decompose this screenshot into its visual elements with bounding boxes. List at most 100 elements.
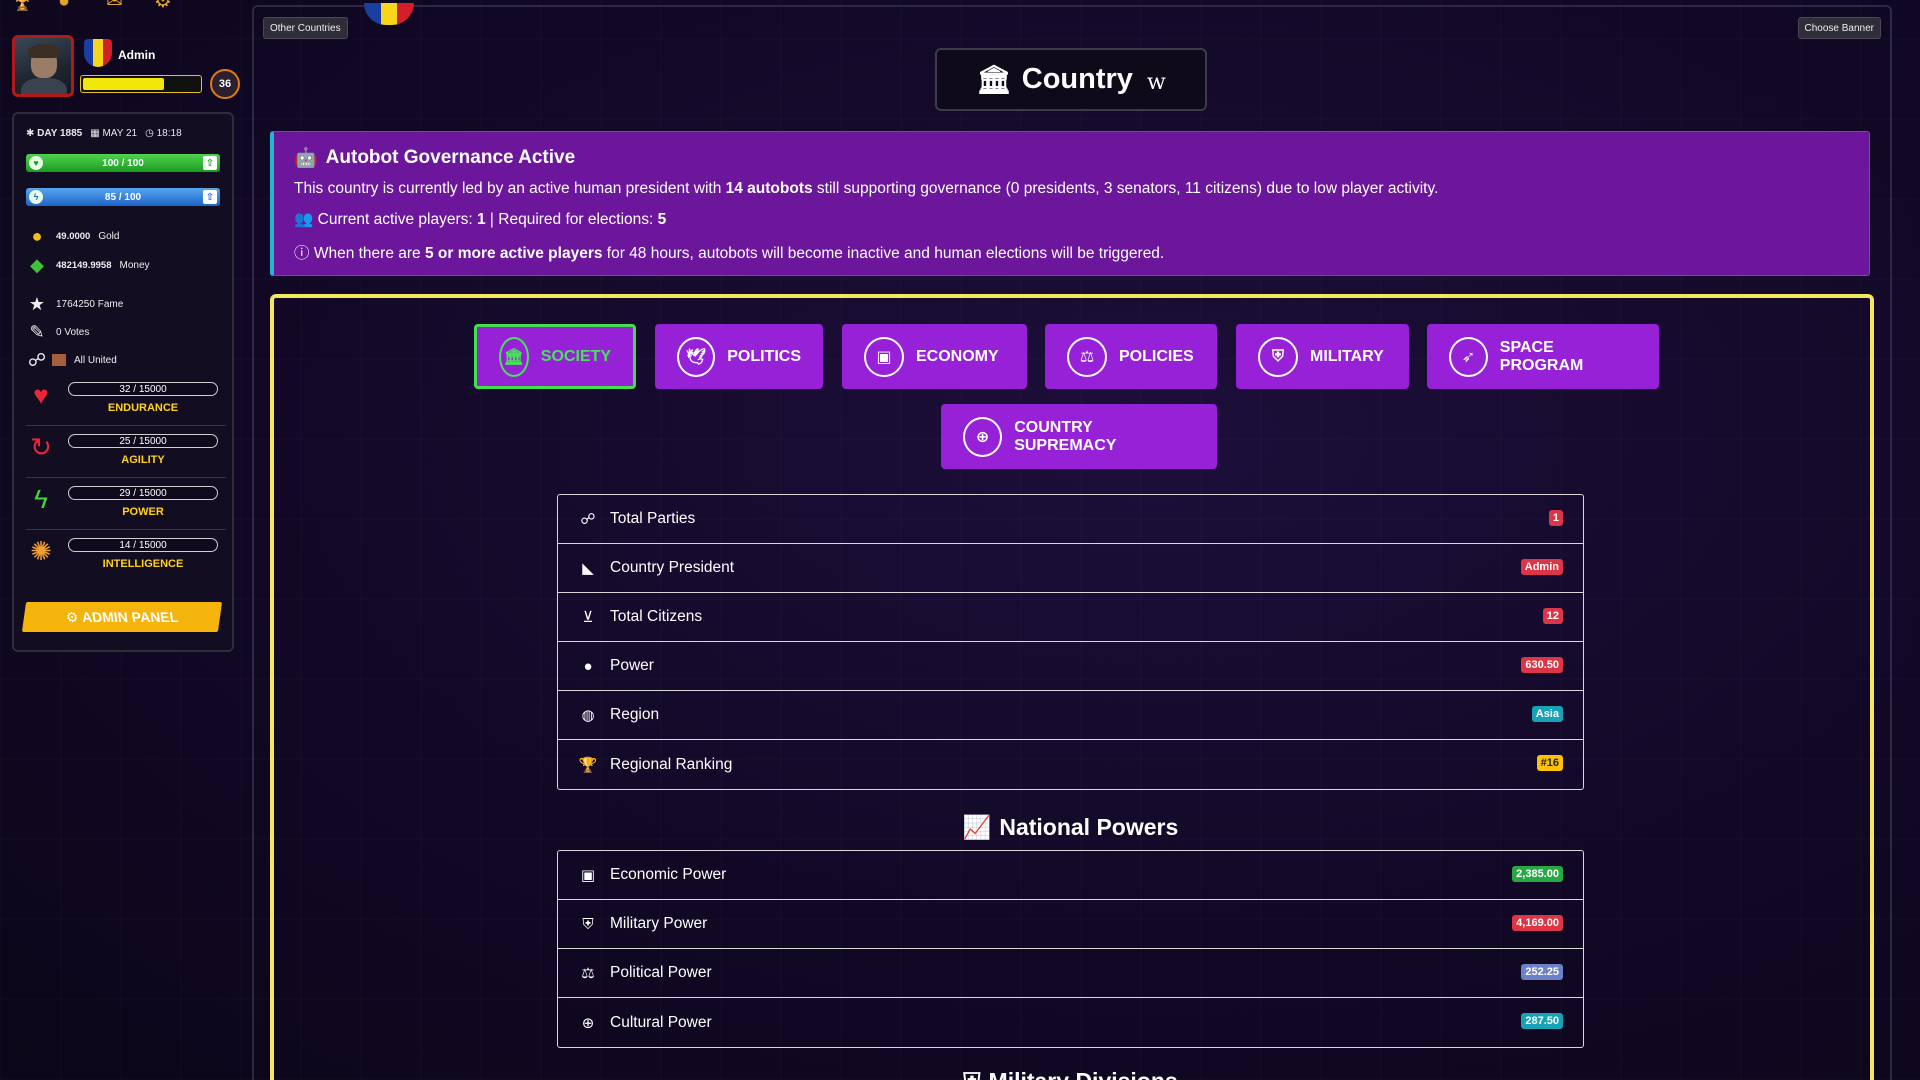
shield-icon: ⛨: [582, 915, 594, 933]
list-item: 🏆 Regional Ranking #16: [558, 740, 1583, 789]
military-divisions-heading: ⛨Military Divisions: [557, 1068, 1584, 1080]
experience-bar: [80, 75, 202, 93]
gold-stat: ● 49.0000 Gold: [26, 225, 120, 246]
top-icon-bar: 🏆 ● ✉ ⚙: [10, 0, 180, 14]
status-badge: 287.50: [1521, 1013, 1563, 1029]
avatar[interactable]: [12, 35, 74, 97]
heartbeat-icon: ♥: [33, 379, 49, 410]
heart-icon: ♥: [29, 156, 43, 170]
username[interactable]: Admin: [118, 48, 155, 62]
bank-icon: 🏛: [976, 64, 1012, 95]
restore-health-button[interactable]: ⇧: [203, 156, 217, 170]
other-countries-button[interactable]: Other Countries: [263, 17, 348, 39]
party-stat[interactable]: ☍ All United: [26, 350, 117, 370]
status-badge: 1: [1548, 510, 1563, 526]
party-logo-icon: [52, 354, 66, 366]
list-item: ☍ Total Parties 1: [558, 495, 1583, 544]
choose-banner-button[interactable]: Choose Banner: [1797, 17, 1881, 39]
tab-military[interactable]: ⛨ MILITARY: [1236, 324, 1409, 389]
admin-panel-button[interactable]: ⚙ ADMIN PANEL: [21, 602, 223, 632]
level-badge: 36: [210, 69, 240, 99]
intelligence-bar: 14 / 15000: [68, 538, 218, 552]
users-icon: 👥: [294, 211, 314, 228]
main-content: Other Countries Choose Banner 🏛 Country …: [252, 3, 1892, 1080]
banner-flag-icon: [364, 3, 414, 25]
page-title: 🏛 Country w: [935, 48, 1207, 111]
dove-icon: 🕊: [677, 336, 716, 377]
globe-icon: ◍: [581, 707, 595, 724]
money-icon: ▣: [580, 867, 596, 884]
society-stats-list: ☍ Total Parties 1 ◣ Country President Admi…: [557, 494, 1584, 790]
fame-stat: ★ 1764250 Fame: [26, 294, 123, 314]
mail-icon[interactable]: ✉: [106, 0, 132, 14]
status-badge[interactable]: Admin: [1520, 559, 1563, 575]
list-item: ⚖ Political Power 252.25: [558, 949, 1583, 998]
scale-icon: ⚖: [581, 965, 595, 982]
star-icon: ★: [28, 293, 46, 314]
attribute-intelligence: ✺ 14 / 15000 INTELLIGENCE: [26, 536, 226, 582]
attribute-agility: ↻ 25 / 15000 AGILITY: [26, 432, 226, 478]
tab-politics[interactable]: 🕊 POLITICS: [655, 324, 823, 389]
brain-icon: ✺: [30, 535, 52, 566]
user-tie-icon: ◣: [582, 560, 594, 577]
shield-icon: ⛨: [1258, 336, 1298, 377]
money-stat: ◆ 482149.9958 Money: [26, 254, 149, 275]
chart-line-icon: 📈: [962, 814, 992, 840]
attribute-power: ϟ 29 / 15000 POWER: [26, 484, 226, 530]
rocket-icon: ➶: [1449, 336, 1488, 377]
tab-country-supremacy[interactable]: ⊕ COUNTRY SUPREMACY: [941, 404, 1217, 469]
attribute-endurance: ♥ 32 / 15000 ENDURANCE: [26, 380, 226, 426]
tab-space-program[interactable]: ➶ SPACE PROGRAM: [1427, 324, 1659, 389]
national-powers-list: ▣ Economic Power 2,385.00 ⛨ Military Power…: [557, 850, 1584, 1048]
autobot-notice: 🤖 Autobot Governance Active This country …: [270, 131, 1870, 276]
clock-icon: ◷: [145, 128, 154, 139]
status-badge: 4,169.00: [1512, 915, 1563, 931]
tab-society[interactable]: 🏛 SOCIETY: [474, 324, 636, 389]
money-stack-icon: ◆: [30, 254, 44, 275]
bread-icon[interactable]: ●: [58, 0, 84, 14]
game-date: ✱ DAY 1885 ▦ MAY 21 ◷ 18:18: [26, 128, 182, 139]
person-booth-icon: ⊻: [582, 609, 594, 626]
shield-icon: ⛨: [963, 1068, 980, 1080]
list-item: ◍ Region Asia: [558, 691, 1583, 740]
status-badge: #16: [1536, 755, 1563, 771]
list-item: ◣ Country President Admin: [558, 544, 1583, 593]
country-content-panel: 🏛 SOCIETY 🕊 POLITICS ▣ ECONOMY ⚖ POLICIES ⛨ M…: [270, 294, 1874, 1080]
list-item: ● Power 630.50: [558, 642, 1583, 691]
health-bar: ♥ 100 / 100 ⇧: [26, 154, 220, 172]
endurance-bar: 32 / 15000: [68, 382, 218, 396]
votes-stat: ✎ 0 Votes: [26, 322, 89, 342]
notice-line-1: This country is currently led by an acti…: [294, 180, 1439, 197]
trophy-icon[interactable]: 🏆: [10, 0, 36, 14]
country-flag-icon: [84, 39, 112, 67]
tab-policies[interactable]: ⚖ POLICIES: [1045, 324, 1217, 389]
status-badge: Asia: [1531, 706, 1563, 722]
refresh-icon: ↻: [30, 431, 52, 462]
robot-icon: 🤖: [294, 148, 318, 169]
restore-energy-button[interactable]: ⇧: [203, 190, 217, 204]
handshake-icon: ☍: [580, 511, 596, 528]
status-badge: 630.50: [1521, 657, 1563, 673]
national-powers-heading: 📈 National Powers: [962, 814, 1179, 840]
status-badge: 12: [1542, 608, 1563, 624]
power-icon: ●: [583, 657, 593, 675]
gear-icon[interactable]: ⚙: [154, 0, 180, 14]
tab-economy[interactable]: ▣ ECONOMY: [842, 324, 1027, 389]
agility-bar: 25 / 15000: [68, 434, 218, 448]
gold-coins-icon: ●: [31, 225, 43, 246]
battery-bolt-icon: ϟ: [34, 483, 48, 514]
status-badge: 2,385.00: [1512, 866, 1563, 882]
handshake-icon: ☍: [27, 349, 47, 370]
money-icon: ▣: [864, 336, 904, 377]
player-profile: Admin 36: [12, 35, 240, 100]
cogs-icon: ⚙: [64, 608, 80, 625]
sun-icon: ✱: [26, 128, 35, 139]
bolt-icon: ϟ: [29, 190, 43, 204]
trophy-icon: 🏆: [578, 756, 598, 774]
list-item: ▣ Economic Power 2,385.00: [558, 851, 1583, 900]
list-item: ⊕ Cultural Power 287.50: [558, 998, 1583, 1047]
bank-icon: 🏛: [499, 336, 529, 377]
calendar-icon: ▦: [90, 128, 100, 139]
scale-icon: ⚖: [1067, 336, 1107, 377]
info-icon: ⓘ: [294, 245, 310, 262]
